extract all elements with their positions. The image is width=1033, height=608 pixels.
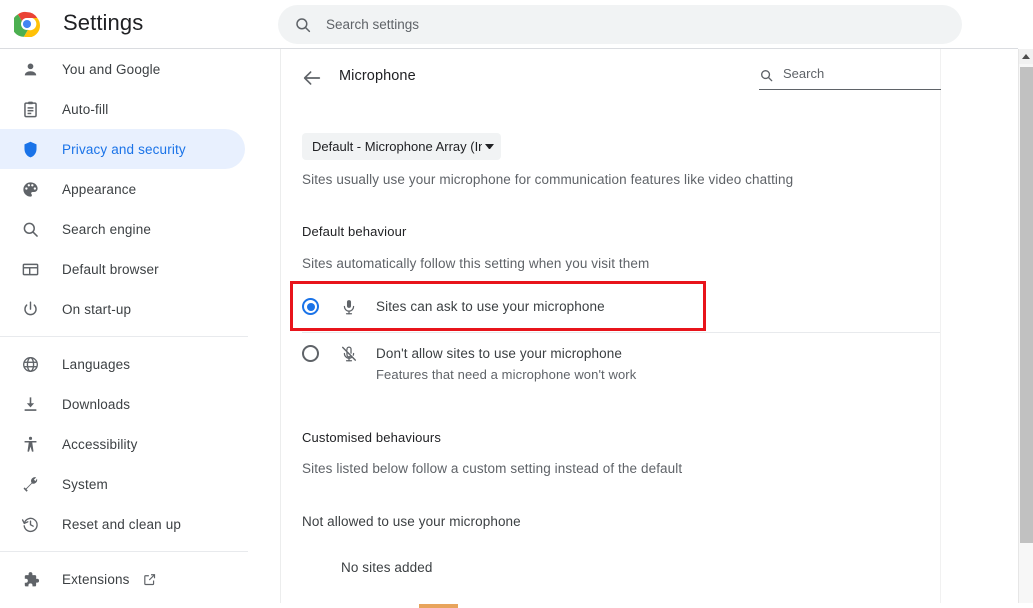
sidebar-item-label: Auto-fill	[62, 101, 109, 117]
search-icon	[759, 68, 774, 83]
radio-inner-dot	[306, 302, 315, 311]
microphone-intro-text: Sites usually use your microphone for co…	[302, 172, 794, 187]
sidebar-item-reset-and-clean-up[interactable]: Reset and clean up	[0, 504, 245, 544]
customised-behaviours-heading: Customised behaviours	[302, 430, 441, 445]
top-bar: Settings Search settings	[0, 0, 1033, 49]
puzzle-piece-icon	[20, 569, 40, 589]
chevron-down-icon	[485, 144, 494, 149]
customised-behaviours-description: Sites listed below follow a custom setti…	[302, 461, 683, 476]
history-restore-icon	[20, 514, 40, 534]
search-icon	[20, 219, 40, 239]
settings-sidebar: You and Google Auto-fill Privacy and sec…	[0, 49, 249, 608]
default-behaviour-description: Sites automatically follow this setting …	[302, 256, 650, 271]
page-search-input[interactable]: Search	[759, 66, 941, 90]
sidebar-item-label: Languages	[62, 356, 131, 372]
shield-icon	[20, 139, 40, 159]
radio-button-selected[interactable]	[302, 298, 319, 315]
page-app-title: Settings	[63, 10, 144, 35]
scroll-up-arrow-icon[interactable]	[1019, 49, 1033, 64]
sidebar-item-auto-fill[interactable]: Auto-fill	[0, 89, 245, 129]
sidebar-item-appearance[interactable]: Appearance	[0, 169, 245, 209]
search-icon	[296, 17, 311, 32]
scrollbar-thumb[interactable]	[1020, 67, 1033, 543]
radio-button-unselected[interactable]	[302, 345, 319, 362]
sidebar-item-label: Default browser	[62, 261, 159, 277]
sidebar-item-extensions[interactable]: Extensions	[0, 559, 245, 599]
sidebar-item-label: Accessibility	[62, 436, 138, 452]
sidebar-item-on-start-up[interactable]: On start-up	[0, 289, 245, 329]
sidebar-item-downloads[interactable]: Downloads	[0, 384, 245, 424]
sub-page-header: Microphone Search	[281, 49, 1018, 108]
sidebar-item-label: On start-up	[62, 301, 132, 317]
microphone-off-icon	[340, 345, 358, 363]
microphone-device-select[interactable]: Default - Microphone Array (In	[302, 133, 501, 160]
radio-option-texts: Don't allow sites to use your microphone…	[376, 345, 636, 382]
sidebar-item-label: You and Google	[62, 61, 161, 77]
chrome-logo-icon	[14, 11, 40, 37]
content-right-edge	[940, 49, 941, 608]
not-allowed-heading: Not allowed to use your microphone	[302, 514, 521, 529]
sidebar-item-languages[interactable]: Languages	[0, 344, 245, 384]
settings-window: Settings Search settings You and Google	[0, 0, 1033, 608]
window-bottom-strip	[0, 603, 1033, 608]
palette-icon	[20, 179, 40, 199]
sidebar-item-system[interactable]: System	[0, 464, 245, 504]
main-content: Microphone Search Default - Microphone A…	[281, 49, 1018, 608]
microphone-icon	[340, 298, 358, 316]
sidebar-item-label: Search engine	[62, 221, 152, 237]
page-title: Microphone	[339, 68, 416, 84]
accessibility-icon	[20, 434, 40, 454]
external-link-icon[interactable]	[142, 572, 157, 587]
sidebar-divider	[0, 336, 248, 337]
browser-window-icon	[20, 259, 40, 279]
page-search-placeholder: Search	[783, 66, 825, 81]
sidebar-item-label: Reset and clean up	[62, 516, 182, 532]
sidebar-item-label: Downloads	[62, 396, 131, 412]
person-icon	[20, 59, 40, 79]
sidebar-item-search-engine[interactable]: Search engine	[0, 209, 245, 249]
global-search-placeholder: Search settings	[326, 17, 420, 32]
default-behaviour-heading: Default behaviour	[302, 224, 407, 239]
power-icon	[20, 299, 40, 319]
global-search-box[interactable]: Search settings	[278, 5, 962, 44]
radio-option-dont-allow[interactable]: Don't allow sites to use your microphone…	[302, 345, 942, 382]
globe-icon	[20, 354, 40, 374]
radio-option-title: Don't allow sites to use your microphone	[376, 346, 622, 361]
radio-option-subtitle: Features that need a microphone won't wo…	[376, 367, 637, 382]
radio-option-title: Sites can ask to use your microphone	[376, 299, 605, 314]
taskbar-indicator-chip	[419, 604, 458, 608]
sidebar-divider	[0, 551, 248, 552]
download-icon	[20, 394, 40, 414]
sidebar-item-privacy-and-security[interactable]: Privacy and security	[0, 129, 245, 169]
microphone-device-value: Default - Microphone Array (In	[312, 139, 482, 154]
back-arrow-icon[interactable]	[301, 67, 323, 89]
sidebar-item-label: Appearance	[62, 181, 137, 197]
sidebar-item-accessibility[interactable]: Accessibility	[0, 424, 245, 464]
radio-option-sites-can-ask[interactable]: Sites can ask to use your microphone	[302, 298, 942, 316]
sidebar-item-default-browser[interactable]: Default browser	[0, 249, 245, 289]
sidebar-item-label: Extensions	[62, 571, 130, 587]
option-divider	[302, 332, 940, 333]
sidebar-item-you-and-google[interactable]: You and Google	[0, 49, 245, 89]
clipboard-icon	[20, 99, 40, 119]
sidebar-item-label: System	[62, 476, 108, 492]
radio-option-texts: Sites can ask to use your microphone	[376, 298, 605, 316]
sidebar-item-label: Privacy and security	[62, 141, 186, 157]
vertical-scrollbar[interactable]	[1018, 49, 1033, 608]
wrench-icon	[20, 474, 40, 494]
no-sites-added-text: No sites added	[341, 560, 433, 575]
